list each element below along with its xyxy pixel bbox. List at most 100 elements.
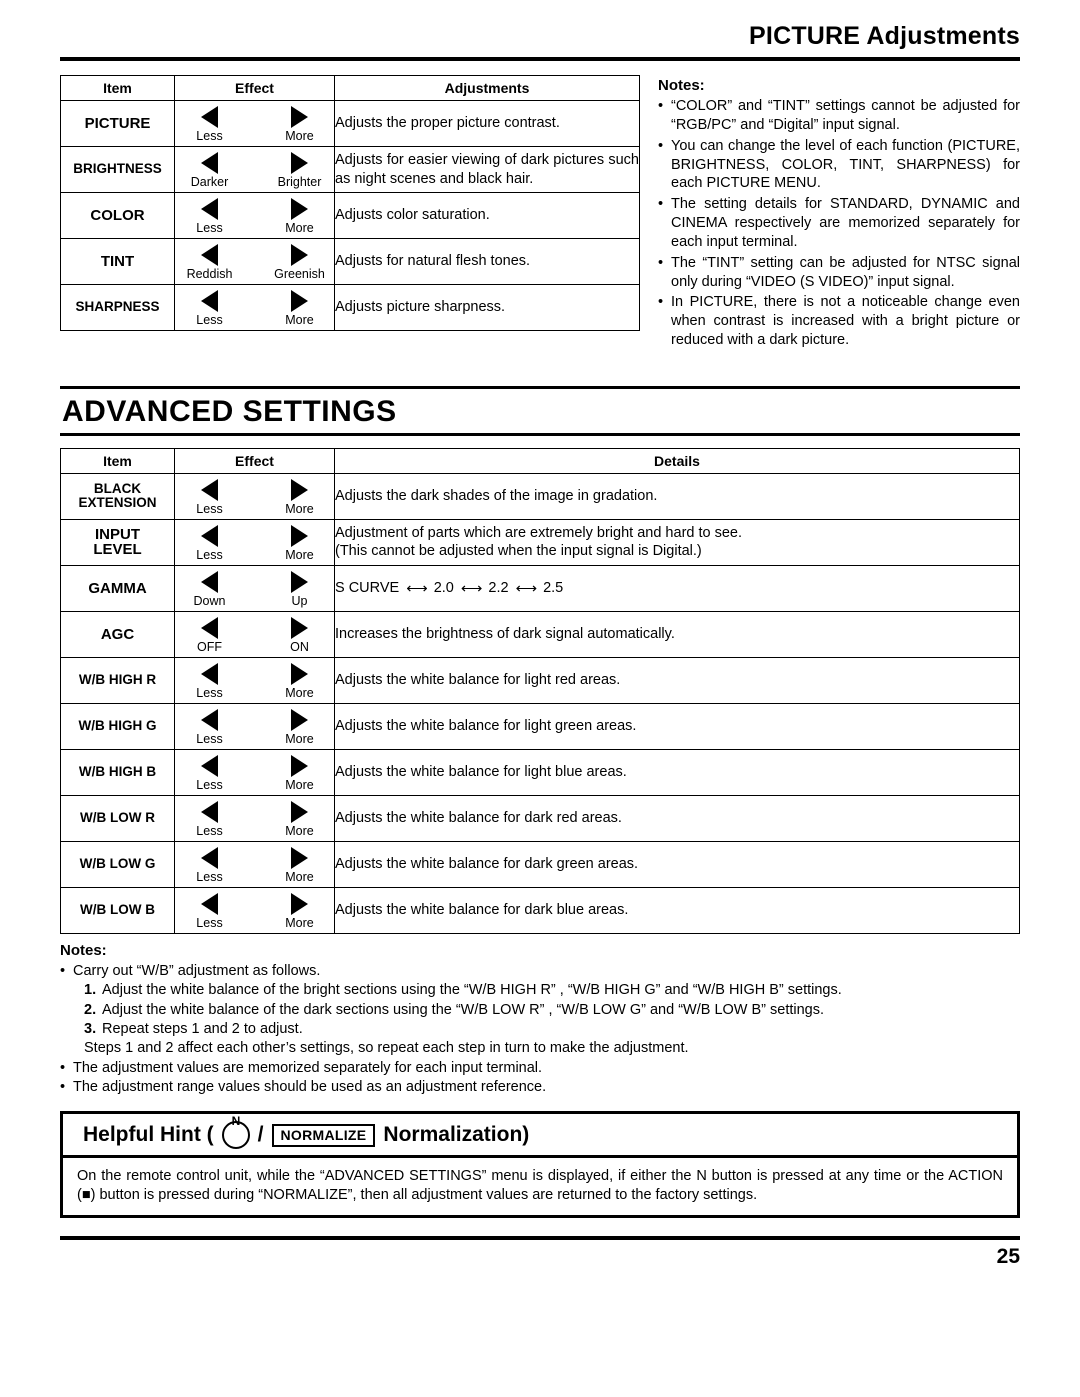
left-arrow-icon	[201, 892, 218, 915]
right-arrow-icon	[291, 244, 308, 266]
note-item: You can change the level of each functio…	[658, 137, 1020, 194]
table-row: W/B HIGH B Less More Adjusts the white b…	[60, 748, 1020, 796]
right-arrow-icon	[291, 708, 308, 731]
row-description: Adjusts for easier viewing of dark pictu…	[334, 146, 640, 193]
left-arrow-icon	[201, 616, 218, 639]
effect-cell: Less More	[174, 472, 335, 520]
row-details: Adjusts the white balance for light red …	[334, 656, 1020, 704]
row-item-agc: AGC	[60, 610, 175, 658]
right-arrow-label: More	[285, 221, 314, 235]
left-arrow-label: Less	[196, 129, 223, 143]
left-arrow-icon	[201, 800, 218, 823]
note-item: The “TINT” setting can be adjusted for N…	[658, 254, 1020, 292]
row-item-line1: INPUT	[95, 525, 140, 543]
step-text: Adjust the white balance of the dark sec…	[102, 1001, 825, 1018]
left-arrow-label: Darker	[190, 175, 229, 189]
double-arrow-icon: ⟷	[515, 579, 537, 597]
increase-arrow-group: More	[272, 198, 328, 235]
table-row: W/B LOW B Less More Adjusts the white ba…	[60, 886, 1020, 934]
row-details-gamma: S CURVE ⟷ 2.0 ⟷ 2.2 ⟷ 2.5	[334, 564, 1020, 612]
step-number: 1.	[84, 982, 97, 999]
increase-arrow-group: More	[272, 800, 328, 838]
row-item-wb-low-g: W/B LOW G	[60, 840, 175, 888]
right-arrow-icon	[291, 754, 308, 777]
row-details: Adjusts the white balance for dark blue …	[334, 886, 1020, 934]
decrease-arrow-group: Less	[182, 846, 238, 884]
increase-arrow-group: More	[272, 478, 328, 516]
left-arrow-label: OFF	[197, 639, 222, 654]
row-item-black-extension: BLACK EXTENSION	[60, 472, 175, 520]
column-header-adjustments: Adjustments	[334, 75, 640, 101]
left-arrow-label: Less	[196, 685, 223, 700]
picture-section: Item Effect Adjustments PICTURE Less Mor…	[60, 75, 1020, 352]
left-arrow-icon	[201, 708, 218, 731]
left-arrow-label: Less	[196, 777, 223, 792]
effect-cell: Less More	[174, 886, 335, 934]
left-arrow-icon	[201, 662, 218, 685]
right-arrow-label: Greenish	[274, 267, 325, 281]
table-row: W/B HIGH G Less More Adjusts the white b…	[60, 702, 1020, 750]
decrease-arrow-group: Less	[182, 524, 238, 562]
left-arrow-label: Reddish	[186, 267, 233, 281]
row-description: Adjusts for natural flesh tones.	[334, 238, 640, 285]
right-arrow-label: More	[285, 869, 314, 884]
normalize-chip: NORMALIZE	[271, 1123, 376, 1147]
left-arrow-label: Down	[193, 593, 226, 608]
double-arrow-icon: ⟷	[460, 579, 482, 597]
left-arrow-label: Less	[196, 221, 223, 235]
increase-arrow-group: Greenish	[272, 244, 328, 281]
picture-table-wrapper: Item Effect Adjustments PICTURE Less Mor…	[60, 75, 640, 352]
step-text: Repeat steps 1 and 2 to adjust.	[102, 1020, 303, 1037]
row-description: Adjusts the proper picture contrast.	[334, 100, 640, 147]
note-item: “COLOR” and “TINT” settings cannot be ad…	[658, 97, 1020, 135]
advanced-settings-title: ADVANCED SETTINGS	[62, 394, 397, 428]
row-description: Adjusts color saturation.	[334, 192, 640, 239]
increase-arrow-group: ON	[272, 616, 328, 654]
row-item-picture: PICTURE	[60, 100, 175, 147]
decrease-arrow-group: Less	[182, 662, 238, 700]
right-arrow-icon	[291, 892, 308, 915]
steps-note: Steps 1 and 2 affect each other’s settin…	[84, 1040, 689, 1057]
increase-arrow-group: More	[272, 106, 328, 143]
notes-title: Notes:	[658, 77, 705, 94]
note-item: The setting details for STANDARD, DYNAMI…	[658, 195, 1020, 252]
left-arrow-label: Less	[196, 823, 223, 838]
row-item-line1: BLACK	[93, 481, 142, 497]
row-details: Adjusts the white balance for light blue…	[334, 748, 1020, 796]
note-item: Carry out “W/B” adjustment as follows.	[60, 962, 1020, 981]
row-item-sharpness: SHARPNESS	[60, 284, 175, 331]
right-arrow-label: More	[285, 823, 314, 838]
right-arrow-icon	[291, 846, 308, 869]
decrease-arrow-group: Less	[182, 106, 238, 143]
step-number: 3.	[84, 1020, 97, 1037]
helpful-hint-slash: /	[257, 1123, 264, 1147]
increase-arrow-group: More	[272, 662, 328, 700]
left-arrow-label: Less	[196, 731, 223, 746]
advanced-notes: Notes: Carry out “W/B” adjustment as fol…	[60, 942, 1020, 1097]
advanced-divider-bottom	[60, 432, 1020, 436]
decrease-arrow-group: Less	[182, 800, 238, 838]
right-arrow-label: More	[285, 685, 314, 700]
note-item: The adjustment values are memorized sepa…	[60, 1059, 1020, 1078]
gamma-option-scurve: S CURVE	[335, 580, 400, 597]
decrease-arrow-group: Less	[182, 290, 238, 327]
right-arrow-icon	[291, 152, 308, 174]
row-item-line2: LEVEL	[93, 541, 142, 559]
row-details: Adjusts the white balance for light gree…	[334, 702, 1020, 750]
decrease-arrow-group: Darker	[182, 152, 238, 189]
table-header-row: Item Effect Adjustments	[60, 75, 640, 101]
left-arrow-icon	[201, 524, 218, 547]
right-arrow-label: Brighter	[277, 175, 322, 189]
left-arrow-icon	[201, 290, 218, 312]
table-row: INPUT LEVEL Less More Adjustment of part…	[60, 518, 1020, 566]
row-item-wb-high-r: W/B HIGH R	[60, 656, 175, 704]
table-row: SHARPNESS Less More Adjusts picture shar…	[60, 284, 640, 331]
row-item-wb-low-b: W/B LOW B	[60, 886, 175, 934]
note-item: The adjustment range values should be us…	[60, 1078, 1020, 1097]
right-arrow-label: Up	[291, 593, 308, 608]
table-row: GAMMA Down Up S CURVE ⟷ 2.0 ⟷ 2.2 ⟷ 2.5	[60, 564, 1020, 612]
right-arrow-icon	[291, 478, 308, 501]
right-arrow-label: ON	[290, 639, 309, 654]
right-arrow-label: More	[285, 313, 314, 327]
decrease-arrow-group: Less	[182, 198, 238, 235]
